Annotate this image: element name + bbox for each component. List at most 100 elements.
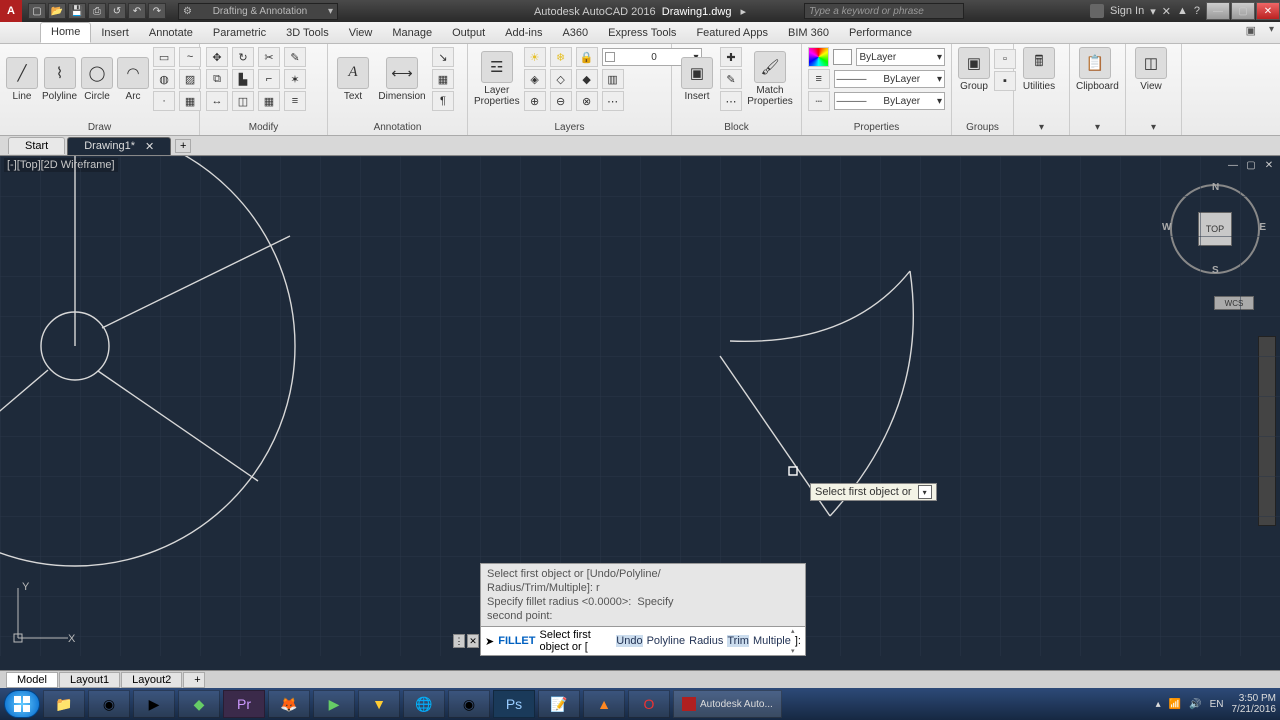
maximize-button[interactable]: ▢ — [1231, 2, 1255, 20]
color-control-icon[interactable] — [808, 47, 829, 67]
edit-block-icon[interactable]: ✎ — [720, 69, 742, 89]
group-edit-icon[interactable]: ▪ — [994, 71, 1016, 91]
taskbar-app2-icon[interactable]: ▶ — [313, 690, 355, 718]
tab-bim360[interactable]: BIM 360 — [778, 24, 839, 43]
exchange-icon[interactable]: ✕ — [1162, 5, 1171, 18]
cmd-opt-undo[interactable]: Undo — [616, 635, 642, 647]
panel-block-label[interactable]: Block — [678, 122, 795, 133]
person-icon[interactable] — [1090, 4, 1104, 18]
insert-button[interactable]: ▣Insert — [678, 57, 716, 102]
scale-icon[interactable]: ◫ — [232, 91, 254, 111]
layer-freeze-icon[interactable]: ❄ — [550, 47, 572, 67]
taskbar-app3-icon[interactable]: ▼ — [358, 690, 400, 718]
taskbar-firefox-icon[interactable]: 🦊 — [268, 690, 310, 718]
layer-properties-button[interactable]: ☲Layer Properties — [474, 51, 520, 107]
dimension-button[interactable]: ⟷Dimension — [376, 57, 428, 102]
layer-prev-icon[interactable]: ◇ — [550, 69, 572, 89]
taskbar-photoshop-icon[interactable]: Ps — [493, 690, 535, 718]
cmd-opt-polyline[interactable]: Polyline — [647, 635, 686, 647]
panel-layers-label[interactable]: Layers — [474, 122, 665, 133]
fillet-icon[interactable]: ⌐ — [258, 69, 280, 89]
layer-match-icon[interactable]: ◆ — [576, 69, 598, 89]
tab-annotate[interactable]: Annotate — [139, 24, 203, 43]
taskbar-premiere-icon[interactable]: Pr — [223, 690, 265, 718]
taskbar-chrome-icon[interactable]: ◉ — [88, 690, 130, 718]
panel-groups-label[interactable]: Groups — [958, 122, 1007, 133]
linetype-icon[interactable]: ┄ — [808, 91, 830, 111]
tray-date[interactable]: 7/21/2016 — [1232, 704, 1277, 715]
view-button[interactable]: ◫View — [1132, 47, 1170, 92]
ribbon-caret-icon[interactable]: ▾ — [1269, 24, 1274, 35]
qa-plot-icon[interactable]: ↺ — [108, 3, 126, 19]
layout-layout1[interactable]: Layout1 — [59, 672, 120, 688]
ribbon-collapse-icon[interactable]: ▣ — [1246, 24, 1256, 37]
trim-icon[interactable]: ✂ — [258, 47, 280, 67]
layout-model[interactable]: Model — [6, 672, 58, 688]
qa-undo-icon[interactable]: ↶ — [128, 3, 146, 19]
layout-layout2[interactable]: Layout2 — [121, 672, 182, 688]
tab-addins[interactable]: Add-ins — [495, 24, 552, 43]
utilities-button[interactable]: 🖩Utilities — [1020, 47, 1058, 92]
match-properties-button[interactable]: 🖌Match Properties — [746, 51, 794, 107]
help-icon[interactable]: ? — [1194, 5, 1200, 17]
tab-drawing1[interactable]: Drawing1*✕ — [67, 137, 171, 155]
lineweight-combo[interactable]: ———ByLayer▾ — [834, 70, 945, 88]
taskbar-opera-icon[interactable]: O — [628, 690, 670, 718]
layer-iso-icon[interactable]: ◈ — [524, 69, 546, 89]
arc-button[interactable]: ◠Arc — [117, 57, 149, 102]
cmd-opt-trim[interactable]: Trim — [727, 635, 749, 647]
command-window[interactable]: Select first object or [Undo/Polyline/ R… — [480, 563, 806, 656]
color-swatch[interactable] — [833, 49, 852, 65]
cmd-close-icon[interactable]: ✕ — [467, 634, 479, 648]
lineweight-icon[interactable]: ≡ — [808, 69, 830, 89]
minimize-button[interactable]: — — [1206, 2, 1230, 20]
new-tab-button[interactable]: + — [175, 139, 191, 153]
taskbar-app5-icon[interactable]: ◉ — [448, 690, 490, 718]
taskbar-app1-icon[interactable]: ◆ — [178, 690, 220, 718]
clipboard-button[interactable]: 📋Clipboard — [1076, 47, 1114, 92]
tab-performance[interactable]: Performance — [839, 24, 922, 43]
mirror-icon[interactable]: ▙ — [232, 69, 254, 89]
color-combo[interactable]: ByLayer▾ — [856, 48, 945, 66]
tab-insert[interactable]: Insert — [91, 24, 139, 43]
tooltip-dropdown-icon[interactable]: ▾ — [918, 485, 932, 499]
attribute-icon[interactable]: ⋯ — [720, 91, 742, 111]
rectangle-icon[interactable]: ▭ — [153, 47, 175, 67]
tab-output[interactable]: Output — [442, 24, 495, 43]
point-icon[interactable]: · — [153, 91, 175, 111]
tab-start[interactable]: Start — [8, 137, 65, 154]
workspace-selector[interactable]: ⚙ Drafting & Annotation ▾ — [178, 3, 338, 20]
ungroup-icon[interactable]: ▫ — [994, 49, 1016, 69]
app-store-icon[interactable]: ▲ — [1177, 5, 1188, 17]
panel-properties-label[interactable]: Properties — [808, 122, 945, 133]
cmd-grip-icon[interactable]: ⋮ — [453, 634, 465, 648]
stretch-icon[interactable]: ↔ — [206, 91, 228, 111]
tab-home[interactable]: Home — [40, 22, 91, 43]
line-button[interactable]: ╱Line — [6, 57, 38, 102]
table-icon[interactable]: ▦ — [432, 69, 454, 89]
chevron-down-icon[interactable]: ▾ — [1150, 5, 1156, 18]
linetype-combo[interactable]: ———ByLayer▾ — [834, 92, 945, 110]
chevron-right-icon[interactable]: ▸ — [741, 6, 747, 18]
circle-button[interactable]: ◯Circle — [81, 57, 113, 102]
leader-icon[interactable]: ↘ — [432, 47, 454, 67]
qa-new-icon[interactable]: ▢ — [28, 3, 46, 19]
command-history[interactable]: Select first object or [Undo/Polyline/ R… — [480, 563, 806, 627]
cmd-opt-radius[interactable]: Radius — [689, 635, 723, 647]
tab-view[interactable]: View — [339, 24, 383, 43]
tab-3dtools[interactable]: 3D Tools — [276, 24, 339, 43]
erase-icon[interactable]: ✎ — [284, 47, 306, 67]
explode-icon[interactable]: ✶ — [284, 69, 306, 89]
layer-lock-icon[interactable]: 🔒 — [576, 47, 598, 67]
tab-manage[interactable]: Manage — [382, 24, 442, 43]
taskbar-app4-icon[interactable]: 🌐 — [403, 690, 445, 718]
offset-icon[interactable]: ≡ — [284, 91, 306, 111]
polyline-button[interactable]: ⌇Polyline — [42, 57, 77, 102]
rotate-icon[interactable]: ↻ — [232, 47, 254, 67]
layer-merge-icon[interactable]: ⊕ — [524, 91, 546, 111]
close-button[interactable]: ✕ — [1256, 2, 1280, 20]
hatch-icon[interactable]: ▨ — [179, 69, 201, 89]
command-line[interactable]: ⋮ ✕ ➤ FILLET Select first object or [Und… — [480, 627, 806, 656]
tab-parametric[interactable]: Parametric — [203, 24, 276, 43]
tab-express[interactable]: Express Tools — [598, 24, 686, 43]
